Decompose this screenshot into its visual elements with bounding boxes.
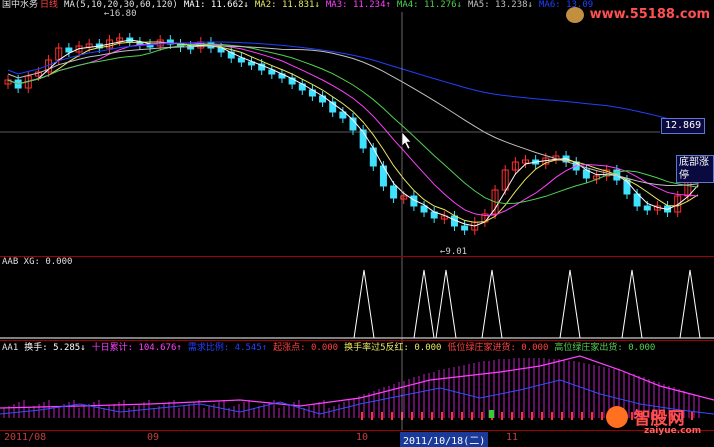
candle-body <box>65 47 73 53</box>
watermark-bottom: 智股网 zaiyue.com <box>606 404 701 436</box>
date-sep: 09 <box>147 432 160 443</box>
xg-signal-series <box>0 269 714 339</box>
candle-body <box>643 205 651 211</box>
date-aug: 2011/08 <box>4 432 47 443</box>
xg-spike <box>481 269 503 339</box>
huanshou-value: 换手: 5.285↓ <box>24 343 86 353</box>
watermark-brand-url: zaiyue.com <box>644 426 702 436</box>
xuqiu-value: 需求比例: 4.545↑ <box>187 343 268 353</box>
panel-divider-2 <box>0 340 714 341</box>
panel-divider-1 <box>0 256 714 257</box>
xg-header: AAB XG: 0.000 <box>2 257 73 267</box>
high-price-label: ←16.80 <box>104 9 137 19</box>
watermark-top: www.55188.com <box>566 4 710 23</box>
price-header: 国中水务 日线 MA(5,10,20,30,60,120) MA1: 11.662↓ M… <box>2 0 599 11</box>
selected-date: 2011/10/18(二) <box>400 432 489 447</box>
qizhang-value: 起涨点: 0.000 <box>273 343 339 353</box>
ma5-value: MA5: 13.238↓ <box>467 0 533 10</box>
watermark-url: www.55188.com <box>589 7 711 22</box>
turnover-header: AA1 换手: 5.285↓ 十日累计: 104.676↑ 需求比例: 4.545↑ 起… <box>2 343 661 354</box>
ma1-value: MA1: 11.662↓ <box>183 0 249 10</box>
watermark-logo-icon <box>566 6 584 23</box>
shiri-value: 十日累计: 104.676↑ <box>91 343 182 353</box>
candle-body <box>420 205 428 213</box>
ma2-value: MA2: 11.831↓ <box>254 0 320 10</box>
xg-spike <box>559 269 581 339</box>
ma3-value: MA3: 11.234↑ <box>325 0 391 10</box>
xg-spike <box>621 269 643 339</box>
date-nov: 11 <box>506 432 519 443</box>
dijin-value: 低位绿庄家进货: 0.000 <box>447 343 549 353</box>
green-signal-marker <box>489 410 494 418</box>
bottom-limit-up-tag: 底部涨停 <box>676 155 714 183</box>
current-price-box: 12.869 <box>661 118 706 134</box>
xg-spike <box>435 269 457 339</box>
candle-body <box>319 95 327 103</box>
period-label[interactable]: 日线 <box>40 0 58 10</box>
candle-body <box>369 147 377 167</box>
candle-body <box>379 165 387 187</box>
stock-name[interactable]: 国中水务 <box>2 0 38 10</box>
candle-body <box>390 185 398 199</box>
mouse-cursor-icon <box>401 131 412 150</box>
date-oct: 10 <box>356 432 369 443</box>
gaochu-value: 高位绿庄家出货: 0.000 <box>554 343 656 353</box>
ma4-value: MA4: 11.276↓ <box>396 0 462 10</box>
ten-day-line <box>0 355 714 409</box>
xg-spike <box>353 269 375 339</box>
watermark-brand-icon <box>606 405 628 428</box>
candle-body <box>461 225 469 231</box>
xg-spike <box>679 269 701 339</box>
chart-canvas <box>0 12 714 430</box>
xg-spike <box>413 269 435 339</box>
candlestick-series <box>4 33 702 235</box>
huanshou5-value: 换手率过5反红: 0.000 <box>344 343 442 353</box>
panel-prefix: AA1 <box>2 343 19 353</box>
